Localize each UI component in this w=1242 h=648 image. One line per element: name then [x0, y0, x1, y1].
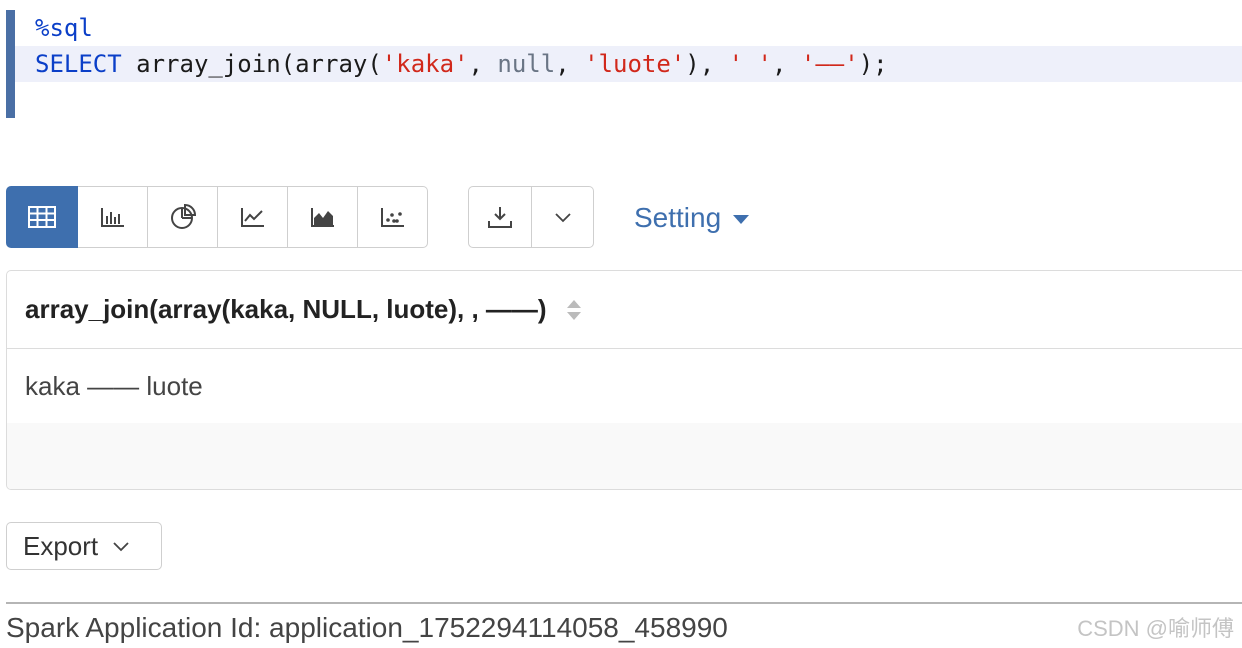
code-text: , [555, 50, 585, 78]
table-icon [28, 206, 56, 228]
bar-chart-button[interactable] [78, 186, 148, 248]
watermark: CSDN @喻师傅 [1077, 616, 1234, 641]
code-text: , [468, 50, 498, 78]
table-header: array_join(array(kaka, NULL, luote), , —… [7, 271, 1242, 349]
scatter-chart-button[interactable] [358, 186, 428, 248]
string-literal: 'luote' [584, 50, 686, 78]
sort-desc-icon [566, 311, 581, 320]
chevron-down-icon [113, 542, 129, 552]
area-chart-button[interactable] [288, 186, 358, 248]
string-literal: 'kaka' [381, 50, 469, 78]
download-button[interactable] [468, 186, 532, 248]
table-row: kaka —— luote [7, 349, 1242, 423]
download-icon [488, 207, 512, 228]
export-button[interactable]: Export [6, 522, 162, 570]
line-chart-icon [240, 208, 264, 227]
column-header[interactable]: array_join(array(kaka, NULL, luote), , —… [25, 294, 547, 325]
table-cell: kaka —— luote [25, 370, 203, 401]
chevron-down-icon [554, 213, 571, 223]
area-chart-icon [310, 208, 334, 227]
code-line-magic: %sql [35, 10, 93, 46]
setting-dropdown[interactable]: Setting [634, 200, 750, 236]
scatter-chart-icon [380, 208, 404, 227]
sql-keyword: SELECT [35, 50, 122, 78]
visualization-toolbar [6, 186, 428, 250]
code-text: , [771, 50, 801, 78]
table-empty-row [7, 423, 1242, 489]
code-line-query: SELECT array_join(array('kaka', null, 'l… [35, 46, 888, 82]
code-editor[interactable]: %sql SELECT array_join(array('kaka', nul… [6, 10, 1242, 118]
divider [6, 602, 1242, 604]
setting-label: Setting [634, 202, 722, 233]
string-literal: ' ' [728, 50, 772, 78]
code-text: ), [685, 50, 729, 78]
result-table: array_join(array(kaka, NULL, luote), , —… [6, 270, 1242, 490]
export-label: Export [23, 530, 99, 561]
null-literal: null [497, 50, 556, 78]
code-text: array_join(array( [121, 50, 382, 78]
table-view-button[interactable] [6, 186, 78, 248]
line-chart-button[interactable] [218, 186, 288, 248]
magic-command: %sql [35, 14, 93, 42]
pie-chart-button[interactable] [148, 186, 218, 248]
string-literal: '——' [800, 50, 859, 78]
bar-chart-icon [100, 208, 124, 227]
caret-down-icon [733, 214, 750, 224]
sort-icon[interactable] [566, 299, 581, 320]
code-text: ); [858, 50, 888, 78]
download-group [468, 186, 594, 248]
pie-chart-icon [170, 204, 196, 229]
download-options-button[interactable] [532, 186, 594, 248]
spark-application-id: Spark Application Id: application_175229… [6, 612, 728, 643]
sort-asc-icon [566, 299, 581, 308]
